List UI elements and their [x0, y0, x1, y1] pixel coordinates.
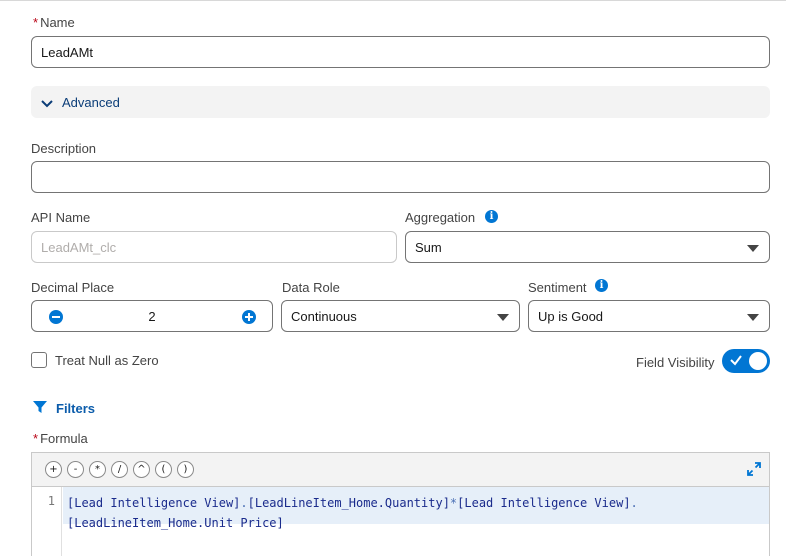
info-icon[interactable]: i — [485, 210, 498, 223]
formula-token: . — [630, 496, 638, 510]
info-icon[interactable]: i — [595, 279, 608, 292]
name-label: * Name — [33, 15, 75, 30]
treat-null-checkbox[interactable] — [31, 352, 47, 368]
decimal-place-label: Decimal Place — [31, 280, 115, 295]
top-divider — [0, 0, 786, 1]
formula-token: [Lead Intelligence View] — [67, 496, 241, 510]
formula-token: [LeadLineItem_Home.Unit Price] — [67, 516, 284, 530]
operator-plus-button[interactable]: + — [45, 461, 62, 478]
filter-icon — [33, 401, 47, 417]
sentiment-select[interactable]: Up is Good — [528, 300, 770, 332]
data-role-select[interactable]: Continuous — [281, 300, 520, 332]
api-name-placeholder: LeadAMt_clc — [41, 240, 117, 255]
operator-power-button[interactable]: ^ — [133, 461, 150, 478]
dropdown-caret-icon — [747, 245, 759, 252]
dropdown-caret-icon — [747, 314, 759, 321]
treat-null-label: Treat Null as Zero — [55, 353, 159, 368]
toggle-knob — [749, 352, 767, 370]
advanced-label: Advanced — [62, 95, 120, 110]
name-input-value: LeadAMt — [41, 45, 94, 60]
filters-link[interactable]: Filters — [33, 400, 95, 417]
sentiment-label: Sentiment — [528, 280, 587, 295]
field-visibility-toggle[interactable] — [722, 349, 770, 373]
line-gutter: 1 — [32, 487, 62, 556]
aggregation-select[interactable]: Sum — [405, 231, 770, 263]
api-name-label: API Name — [31, 210, 91, 225]
check-icon — [729, 353, 743, 370]
description-label: Description — [31, 141, 97, 156]
increment-icon[interactable] — [242, 310, 256, 324]
line-number: 1 — [47, 494, 55, 508]
chevron-down-icon — [41, 97, 53, 112]
advanced-section-toggle[interactable]: Advanced — [31, 86, 770, 118]
operator-close-paren-button[interactable]: ) — [177, 461, 194, 478]
data-role-label: Data Role — [282, 280, 340, 295]
filters-label: Filters — [56, 401, 96, 416]
aggregation-label: Aggregation — [405, 210, 476, 225]
sentiment-value: Up is Good — [538, 309, 604, 324]
operator-minus-button[interactable]: - — [67, 461, 84, 478]
formula-editor[interactable]: + - * / ^ ( ) 1 [Lead Intelligence View]… — [31, 452, 770, 556]
expand-icon[interactable] — [747, 462, 761, 479]
api-name-input[interactable]: LeadAMt_clc — [31, 231, 397, 263]
formula-token: [Lead Intelligence View] — [457, 496, 631, 510]
decimal-place-stepper[interactable]: 2 — [31, 300, 273, 332]
decimal-place-value: 2 — [148, 309, 156, 324]
operator-divide-button[interactable]: / — [111, 461, 128, 478]
name-input[interactable]: LeadAMt — [31, 36, 770, 68]
field-visibility-label: Field Visibility — [636, 355, 715, 370]
formula-token: . — [240, 496, 248, 510]
description-input[interactable] — [31, 161, 770, 193]
operator-multiply-button[interactable]: * — [89, 461, 106, 478]
formula-token: [LeadLineItem_Home.Quantity] — [247, 496, 450, 510]
formula-code[interactable]: [Lead Intelligence View].[LeadLineItem_H… — [67, 493, 767, 533]
formula-toolbar: + - * / ^ ( ) — [32, 453, 769, 487]
operator-open-paren-button[interactable]: ( — [155, 461, 172, 478]
data-role-value: Continuous — [291, 309, 357, 324]
dropdown-caret-icon — [497, 314, 509, 321]
formula-label: * Formula — [33, 431, 88, 446]
aggregation-value: Sum — [415, 240, 442, 255]
